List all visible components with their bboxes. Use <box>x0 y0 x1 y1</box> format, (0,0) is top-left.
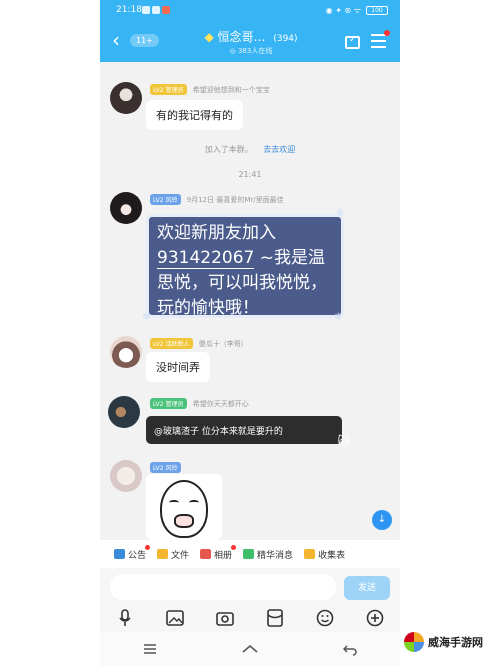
site-logo-icon <box>404 632 424 652</box>
group-title-area[interactable]: ◆ 恒念哥… (394) ◎ 383人在线 <box>166 28 336 58</box>
snowflake-icon: ❄ <box>334 312 343 323</box>
status-icons: ◉ ✦ ⊛ ᯤ <box>325 6 361 15</box>
member-count: (394) <box>273 34 298 44</box>
quick-item-label: 收集表 <box>318 550 346 561</box>
home-icon[interactable] <box>241 640 259 658</box>
snowflake-icon: ❄ <box>336 208 345 219</box>
timestamp: 21:41 <box>238 170 262 179</box>
chat-area[interactable]: LV2 管理员 希望迎他想到和一个宝宝 有的我记得有的 加入了本群。 去去欢迎 … <box>100 62 400 540</box>
phone-screen: 21:18 ◉ ✦ ⊛ ᯤ 100 ‹ 11+ ◆ 恒念哥… (394) ◎ 3… <box>100 0 400 666</box>
message-bubble-dark[interactable]: @玻璃渣子 位分本来就是要升的 🐱 <box>146 416 350 448</box>
quick-item-label: 相册 <box>214 550 233 561</box>
quick-item-album[interactable]: 相册 <box>200 544 237 561</box>
back-button[interactable]: ‹ <box>112 30 120 50</box>
notification-icons <box>142 6 176 15</box>
send-button[interactable]: 发送 <box>344 576 390 600</box>
sender-line: LV2 风铃 9月12日 最喜爱的Mr/里面最佳 <box>150 194 284 205</box>
sender-name: 9月12日 最喜爱的Mr/里面最佳 <box>186 196 284 204</box>
sender-name: 傻瓜十（李哥） <box>198 340 248 348</box>
quick-item-form[interactable]: 收集表 <box>304 548 345 561</box>
sender-name: 希望你天天都开心 <box>192 400 249 408</box>
battery-icon: 100 <box>366 6 388 15</box>
menu-lines-icon[interactable] <box>141 640 159 658</box>
group-name: 恒念哥… <box>217 30 266 44</box>
album-icon <box>200 549 212 559</box>
red-packet-icon[interactable] <box>266 609 284 627</box>
scroll-down-button[interactable]: ↓ <box>372 510 392 530</box>
microphone-icon[interactable] <box>116 609 134 627</box>
top-bar: 21:18 ◉ ✦ ⊛ ᯤ 100 ‹ 11+ ◆ 恒念哥… (394) ◎ 3… <box>100 0 400 62</box>
level-badge: LV2 管理员 <box>150 398 187 409</box>
status-right: ◉ ✦ ⊛ ᯤ 100 <box>326 5 388 16</box>
status-bar: 21:18 ◉ ✦ ⊛ ᯤ 100 <box>100 0 400 22</box>
folder-icon <box>157 549 169 559</box>
essence-icon <box>243 549 255 559</box>
level-badge: LV2 活跃新人 <box>150 338 193 349</box>
emoji-icon[interactable] <box>316 609 334 627</box>
online-count: ◎ 383人在线 <box>229 47 273 55</box>
level-badge: LV2 管理员 <box>150 84 187 95</box>
welcome-text-prefix: 欢迎新朋友加入 <box>157 223 276 243</box>
sender-line: LV2 管理员 希望你天天都开心 <box>150 398 249 409</box>
quick-item-label: 精华消息 <box>257 550 294 561</box>
checkin-calendar-icon[interactable] <box>345 35 360 49</box>
back-nav-icon[interactable] <box>341 640 359 658</box>
diamond-icon: ◆ <box>204 30 214 44</box>
quick-item-files[interactable]: 文件 <box>157 548 189 561</box>
message-bubble[interactable]: 没时间弄 <box>146 352 210 382</box>
chat-header: ‹ 11+ ◆ 恒念哥… (394) ◎ 383人在线 <box>100 24 400 62</box>
meme-image[interactable] <box>146 474 222 540</box>
site-watermark: 威海手游网 <box>404 622 496 662</box>
plus-icon[interactable] <box>366 609 384 627</box>
qq-number[interactable]: 931422067 <box>157 248 255 269</box>
input-toolbar <box>100 604 400 632</box>
input-bar: 发送 <box>100 568 400 604</box>
avatar[interactable] <box>110 460 142 492</box>
message-bubble[interactable]: 有的我记得有的 <box>146 100 243 130</box>
image-icon[interactable] <box>166 609 184 627</box>
menu-icon[interactable] <box>371 34 386 52</box>
group-quick-bar: 公告 文件 相册 精华消息 收集表 <box>100 540 400 568</box>
welcome-link[interactable]: 去去欢迎 <box>263 145 295 154</box>
system-navigation-bar <box>100 632 400 666</box>
announcement-icon <box>114 549 125 559</box>
sender-line: LV2 风铃 <box>150 462 185 473</box>
message-input[interactable] <box>110 574 336 600</box>
welcome-bubble[interactable]: 欢迎新朋友加入 931422067 ~我是温思悦，可以叫我悦悦，玩的愉快哦！ <box>146 214 344 318</box>
avatar[interactable] <box>110 82 142 114</box>
quick-item-announcement[interactable]: 公告 <box>114 544 151 561</box>
quick-item-essence[interactable]: 精华消息 <box>243 548 293 561</box>
snowflake-icon: ❄ <box>142 312 151 323</box>
quick-item-label: 公告 <box>128 550 147 561</box>
cat-sticker-icon: 🐱 <box>337 434 350 448</box>
level-badge: LV2 风铃 <box>150 194 181 205</box>
unread-count-badge[interactable]: 11+ <box>130 34 159 47</box>
menu-notification-dot <box>384 30 390 36</box>
form-icon <box>304 549 316 559</box>
sender-line: LV2 活跃新人 傻瓜十（李哥） <box>150 338 248 349</box>
sender-line: LV2 管理员 希望迎他想到和一个宝宝 <box>150 84 270 95</box>
sender-name: 希望迎他想到和一个宝宝 <box>192 86 270 94</box>
join-notice: 加入了本群。 <box>204 145 253 154</box>
new-dot <box>145 544 151 550</box>
camera-icon[interactable] <box>216 609 234 627</box>
group-title: ◆ 恒念哥… (394) <box>166 28 336 45</box>
avatar[interactable] <box>110 192 142 224</box>
status-time: 21:18 <box>116 5 142 15</box>
new-dot <box>231 544 237 550</box>
quick-item-label: 文件 <box>171 550 190 561</box>
message-text: @玻璃渣子 位分本来就是要升的 <box>154 427 283 437</box>
watermark-text: 威海手游网 <box>428 636 483 649</box>
avatar[interactable] <box>110 336 142 368</box>
level-badge: LV2 风铃 <box>150 462 181 473</box>
system-message: 加入了本群。 去去欢迎 <box>100 144 400 155</box>
avatar[interactable] <box>108 396 140 428</box>
meme-face-icon <box>160 480 208 538</box>
